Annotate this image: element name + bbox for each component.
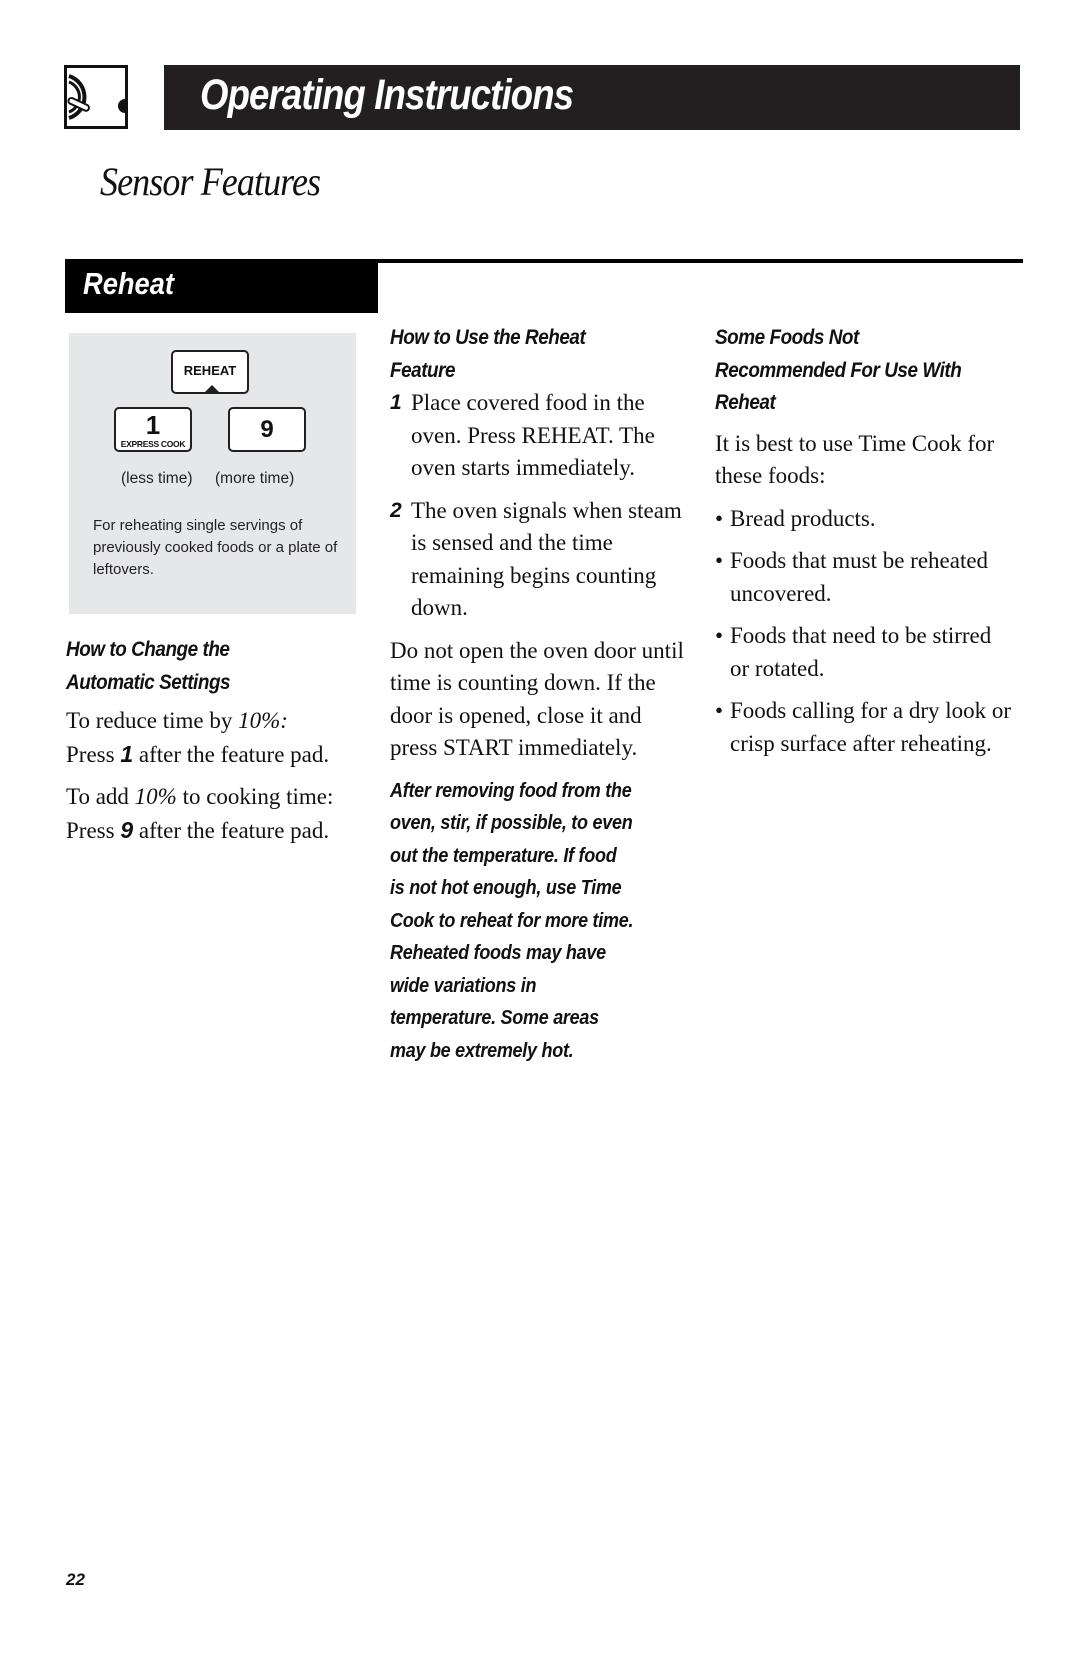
pad-9: 9 (228, 407, 306, 452)
how-to-use-section: How to Use the Reheat Feature 1 Place co… (390, 322, 690, 1067)
not-recommended-heading: Some Foods Not Recommended For Use With … (715, 322, 1015, 420)
change-settings-section: How to Change the Automatic Settings To … (66, 634, 366, 857)
heading-line: Feature (390, 358, 456, 382)
header-bar: Operating Instructions (164, 65, 1020, 130)
bullet-icon: • (715, 623, 724, 648)
step-text: Place covered food in the oven. Press RE… (411, 390, 655, 480)
bullet-icon: • (715, 698, 724, 723)
pad-9-number: 9 (260, 416, 274, 443)
key: 9 (120, 816, 134, 843)
control-panel-illustration: REHEAT 1 EXPRESS COOK 9 (less time) (mor… (69, 333, 356, 614)
step-number: 1 (390, 391, 402, 414)
warning-line: After removing food from the (390, 779, 632, 802)
subsection-header: Reheat (65, 259, 378, 313)
reheat-pad: REHEAT (171, 350, 249, 394)
reheat-pad-label: REHEAT (183, 363, 237, 378)
step-number: 2 (390, 498, 402, 522)
heading-line: Reheat (715, 391, 776, 414)
text: after the feature pad. (133, 817, 330, 843)
step-item: 2 The oven signals when steam is sensed … (390, 495, 690, 625)
change-settings-heading: How to Change the Automatic Settings (66, 634, 366, 699)
key: 1 (120, 740, 134, 767)
heading-line: How to Use the Reheat (390, 326, 586, 349)
list-item-text: Foods that must be reheated uncovered. (730, 548, 989, 606)
not-recommended-section: Some Foods Not Recommended For Use With … (715, 322, 1015, 770)
warning-text: After removing food from the oven, stir,… (390, 775, 690, 1068)
list-item: • Bread products. (715, 503, 1015, 536)
text: To reduce time by (66, 708, 239, 733)
warning-line: wide variations in (390, 974, 537, 997)
warning-line: is not hot enough, use Time (390, 877, 622, 899)
heading-line: How to Change the (66, 638, 230, 661)
microwave-dial-icon (64, 65, 132, 129)
warning-line: oven, stir, if possible, to even (390, 812, 633, 834)
bullet-icon: • (715, 505, 724, 531)
text: after the feature pad. (133, 741, 330, 767)
list-item-text: Bread products. (730, 505, 876, 531)
pad-1-sublabel: EXPRESS COOK (120, 439, 186, 449)
warning-line: out the temperature. If food (390, 844, 617, 867)
less-time-label: (less time) (121, 470, 193, 487)
percent: 10%: (238, 708, 288, 733)
list-item: • Foods that must be reheated uncovered. (715, 545, 1015, 610)
list-item: • Foods calling for a dry look or crisp … (715, 695, 1015, 760)
warning-line: Reheated foods may have (390, 942, 606, 964)
text: Press (66, 741, 121, 767)
heading-line: Automatic Settings (66, 670, 231, 694)
panel-description: For reheating single servings of previou… (93, 517, 338, 578)
subsection-title: Reheat (83, 266, 174, 301)
step-text: The oven signals when steam is sensed an… (411, 497, 682, 621)
list-item-text: Foods that need to be stirred or rotated… (730, 623, 992, 681)
warning-line: Cook to reheat for more time. (390, 909, 634, 932)
heading-line: Recommended For Use With (715, 358, 962, 382)
reduce-time-instruction: To reduce time by 10%: Press 1 after the… (66, 705, 366, 771)
page-number: 22 (66, 1570, 85, 1589)
text: To add (66, 784, 135, 809)
express-cook-1-pad: 1 EXPRESS COOK (114, 407, 192, 452)
more-time-label: (more time) (215, 470, 295, 487)
heading-line: Some Foods Not (715, 326, 859, 349)
pointer-triangle-icon (204, 385, 220, 393)
step-item: 1 Place covered food in the oven. Press … (390, 387, 690, 485)
not-recommended-intro: It is best to use Time Cook for these fo… (715, 430, 995, 489)
pad-1-number: 1 (145, 410, 161, 440)
how-to-use-heading: How to Use the Reheat Feature (390, 322, 690, 387)
list-item-text: Foods calling for a dry look or crisp su… (730, 698, 1012, 756)
section-title: Sensor Features (100, 159, 321, 204)
dial-glyph (67, 74, 132, 120)
list-item: • Foods that need to be stirred or rotat… (715, 620, 1015, 685)
bullet-icon: • (715, 548, 724, 573)
door-note: Do not open the oven door until time is … (390, 637, 684, 761)
percent: 10% (134, 784, 177, 809)
add-time-instruction: To add 10% to cooking time: Press 9 afte… (66, 781, 366, 847)
page-title: Operating Instructions (200, 71, 574, 119)
warning-line: temperature. Some areas (390, 1007, 599, 1029)
warning-line: may be extremely hot. (390, 1039, 574, 1062)
